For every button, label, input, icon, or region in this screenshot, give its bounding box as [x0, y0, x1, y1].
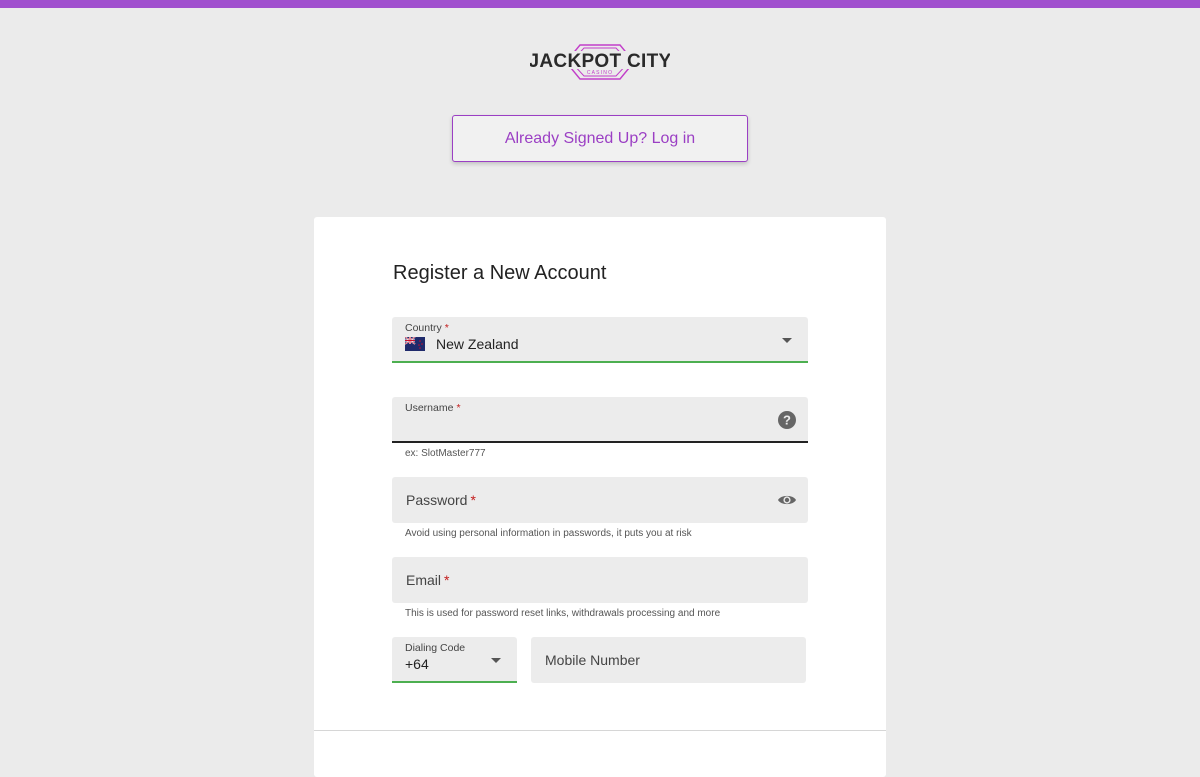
jackpot-city-logo[interactable]: JACKPOT CITY CASINO	[530, 42, 670, 84]
password-field[interactable]: Password *	[392, 477, 808, 523]
page-title: Register a New Account	[393, 262, 607, 284]
password-placeholder: Password *	[406, 492, 476, 508]
dialing-code-label: Dialing Code	[405, 642, 466, 654]
top-accent-bar	[0, 0, 1200, 8]
mobile-number-field[interactable]: Mobile Number	[531, 637, 806, 683]
dialing-code-select[interactable]: Dialing Code +64	[392, 637, 517, 683]
login-button[interactable]: Already Signed Up? Log in	[452, 115, 748, 162]
login-button-label: Already Signed Up? Log in	[504, 129, 696, 147]
email-placeholder: Email *	[406, 572, 450, 588]
email-helper: This is used for password reset links, w…	[405, 608, 721, 619]
username-field[interactable]: Username * ?	[392, 397, 808, 443]
username-label: Username *	[405, 402, 461, 414]
logo-wordmark: JACKPOT CITY	[530, 51, 670, 72]
country-underline	[392, 361, 808, 363]
country-select[interactable]: Country * New Zealand	[392, 317, 808, 363]
username-underline	[392, 441, 808, 443]
country-label: Country *	[405, 322, 449, 334]
card-divider	[314, 730, 886, 731]
chevron-down-icon	[782, 338, 792, 343]
logo-subtitle: CASINO	[587, 70, 613, 76]
username-helper: ex: SlotMaster777	[405, 448, 486, 459]
password-helper: Avoid using personal information in pass…	[405, 528, 692, 539]
help-icon[interactable]: ?	[778, 411, 796, 429]
dialing-code-underline	[392, 681, 517, 683]
dialing-code-value: +64	[405, 656, 429, 672]
eye-icon[interactable]	[777, 493, 797, 507]
country-value: New Zealand	[436, 336, 519, 352]
mobile-number-placeholder: Mobile Number	[545, 652, 640, 668]
nz-flag-icon	[405, 337, 425, 351]
svg-text:?: ?	[783, 413, 791, 428]
email-field[interactable]: Email *	[392, 557, 808, 603]
registration-card: Register a New Account Country * New Zeal…	[314, 217, 886, 777]
chevron-down-icon	[491, 658, 501, 663]
